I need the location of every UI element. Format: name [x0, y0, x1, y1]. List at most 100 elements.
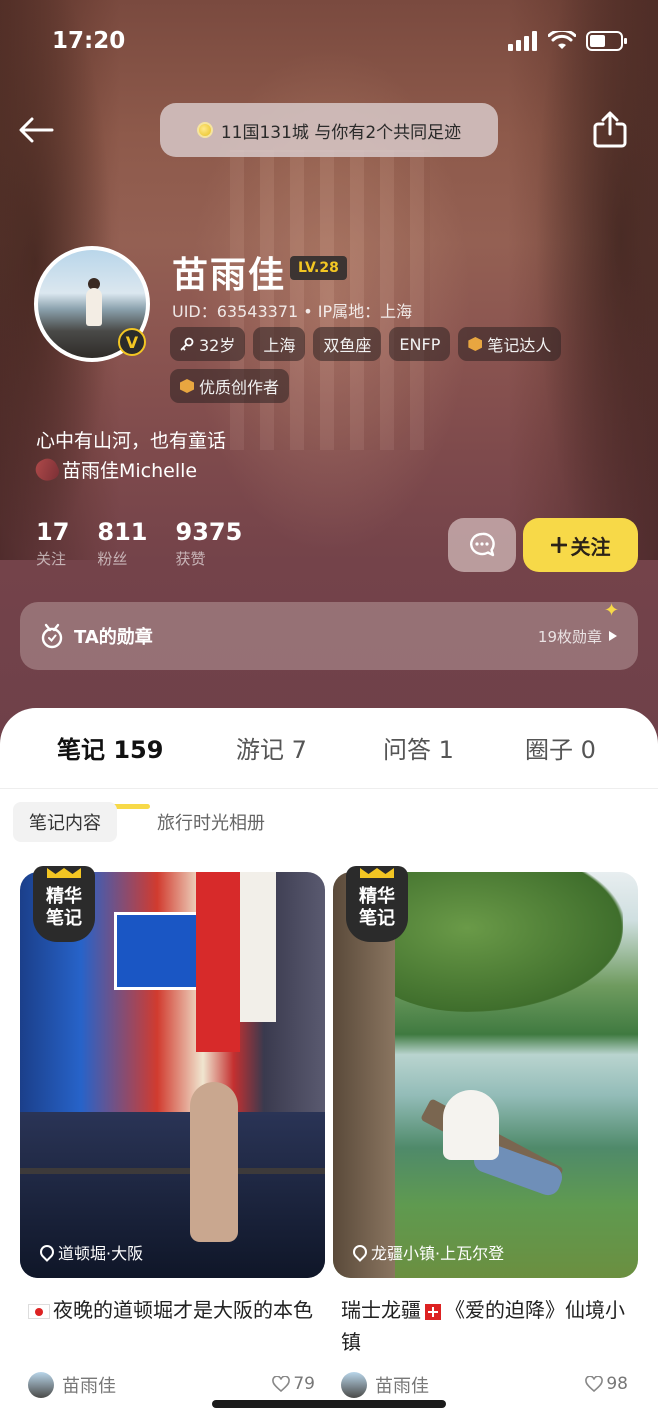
profile-name: 苗雨佳 [172, 255, 287, 296]
heart-icon [585, 1376, 604, 1392]
stat-number: 811 [97, 518, 148, 546]
location-text: 道顿堀·大阪 [58, 1244, 144, 1263]
tab-qa[interactable]: 问答 1 [383, 730, 454, 765]
share-button[interactable] [590, 110, 630, 150]
tag-zodiac[interactable]: 双鱼座 [313, 327, 382, 361]
badge-line: 精华 [359, 886, 395, 907]
stat-likes[interactable]: 9375 获赞 [176, 518, 243, 569]
tag-label: 优质创作者 [199, 378, 280, 397]
tab-notes[interactable]: 笔记 159 [57, 730, 163, 765]
hexagon-badge-icon [468, 337, 483, 351]
location-chip[interactable]: 龙疆小镇·上瓦尔登 [350, 1240, 505, 1264]
age-key-icon [180, 337, 194, 351]
tag-note-expert[interactable]: 笔记达人 [458, 327, 562, 361]
profile-tags: 32岁 上海 双鱼座 ENFP 笔记达人 优质创作者 [170, 327, 590, 403]
tag-label: 双鱼座 [323, 336, 372, 355]
status-icons [508, 30, 628, 52]
note-title[interactable]: 夜晚的道顿堀才是大阪的本色 [28, 1294, 328, 1326]
author-avatar [28, 1372, 54, 1398]
tag-label: 笔记达人 [487, 336, 552, 355]
like-button[interactable]: 98 [585, 1374, 628, 1394]
tag-age[interactable]: 32岁 [170, 327, 246, 361]
cellular-signal-icon [508, 31, 537, 51]
coin-icon [196, 122, 213, 138]
medal-bar[interactable]: TA的勋章 19枚勋章 [20, 602, 638, 670]
badge-line: 笔记 [359, 908, 395, 929]
back-button[interactable] [16, 112, 60, 148]
play-triangle-icon [609, 631, 617, 641]
share-icon [593, 111, 627, 148]
stat-followers[interactable]: 811 粉丝 [97, 518, 147, 569]
chat-bubble-icon [470, 532, 495, 557]
author-avatar [341, 1372, 367, 1398]
sparkle-icon: ✦ [604, 600, 620, 621]
tag-city[interactable]: 上海 [253, 327, 306, 361]
status-time: 17:20 [52, 28, 126, 54]
note-title[interactable]: 瑞士龙疆 《爱的迫降》仙境小镇 [341, 1294, 641, 1358]
location-pin-icon [37, 1242, 57, 1262]
verified-v-icon: V [118, 328, 146, 356]
neon-sign [114, 912, 202, 990]
hexagon-badge-icon [180, 379, 194, 393]
cliff-right [508, 0, 658, 560]
featured-note-badge: 精华 笔记 [346, 866, 408, 942]
tag-mbti[interactable]: ENFP [389, 327, 451, 361]
tag-label: 32岁 [199, 336, 236, 355]
swiss-flag-icon [425, 1303, 441, 1320]
avatar-figure-body [86, 288, 102, 326]
heart-icon [272, 1376, 291, 1392]
message-button[interactable] [448, 518, 516, 572]
location-chip[interactable]: 道顿堀·大阪 [37, 1240, 144, 1264]
divider [0, 788, 658, 789]
note-title-text: 夜晚的道顿堀才是大阪的本色 [53, 1298, 313, 1322]
like-button[interactable]: 79 [272, 1374, 315, 1394]
person-figure [190, 1082, 238, 1242]
note-title-text: 瑞士龙疆 [341, 1298, 421, 1322]
profile-subname: 苗雨佳Michelle [32, 454, 198, 485]
common-footprint-pill[interactable]: 11国131城 与你有2个共同足迹 [160, 103, 498, 157]
battery-icon [586, 31, 627, 51]
neon-sign [196, 872, 240, 1052]
neon-sign [240, 872, 276, 1022]
subtabs: 笔记内容 旅行时光相册 [13, 802, 281, 842]
note-author[interactable]: 苗雨佳 [28, 1372, 116, 1398]
medal-icon [41, 623, 63, 649]
location-pin-icon [350, 1242, 370, 1262]
plus-icon [550, 537, 567, 553]
profile-tabs: 笔记 159 游记 7 问答 1 圈子 0 [0, 730, 658, 809]
author-name: 苗雨佳 [375, 1376, 429, 1397]
stat-number: 17 [36, 518, 70, 546]
featured-note-badge: 精华 笔记 [33, 866, 95, 942]
subtab-note-content[interactable]: 笔记内容 [13, 802, 117, 842]
badge-line: 笔记 [46, 908, 82, 929]
medal-count: 19枚勋章 [538, 626, 618, 647]
tag-label: ENFP [399, 334, 441, 354]
follow-button[interactable]: 关注 [523, 518, 638, 572]
profile-bio: 心中有山河，也有童话 [36, 430, 227, 452]
location-text: 龙疆小镇·上瓦尔登 [371, 1244, 505, 1263]
tab-circles[interactable]: 圈子 0 [525, 730, 596, 765]
tag-quality-creator[interactable]: 优质创作者 [170, 369, 290, 403]
badge-line: 精华 [46, 886, 82, 907]
follow-label: 关注 [570, 536, 611, 559]
subtab-travel-album[interactable]: 旅行时光相册 [141, 802, 281, 842]
note-author[interactable]: 苗雨佳 [341, 1372, 429, 1398]
home-indicator[interactable] [212, 1400, 446, 1408]
sub-name-text: 苗雨佳Michelle [62, 460, 198, 482]
stat-number: 9375 [175, 518, 243, 546]
level-badge[interactable]: LV.28 [290, 256, 347, 280]
crown-icon [47, 868, 81, 878]
tab-travelogues[interactable]: 游记 7 [236, 730, 307, 765]
like-count: 79 [293, 1374, 315, 1394]
like-count: 98 [606, 1374, 628, 1394]
medal-title: TA的勋章 [74, 627, 153, 648]
wifi-icon [548, 31, 576, 49]
railing [20, 1168, 325, 1174]
japan-flag-icon [28, 1304, 50, 1319]
stat-label: 获赞 [175, 550, 206, 568]
tag-label: 上海 [263, 336, 296, 355]
uid-ip-line: UID：63543371 • IP属地：上海 [172, 302, 413, 321]
stat-following[interactable]: 17 关注 [36, 518, 69, 569]
person-figure [443, 1090, 499, 1160]
stat-label: 关注 [36, 550, 67, 568]
